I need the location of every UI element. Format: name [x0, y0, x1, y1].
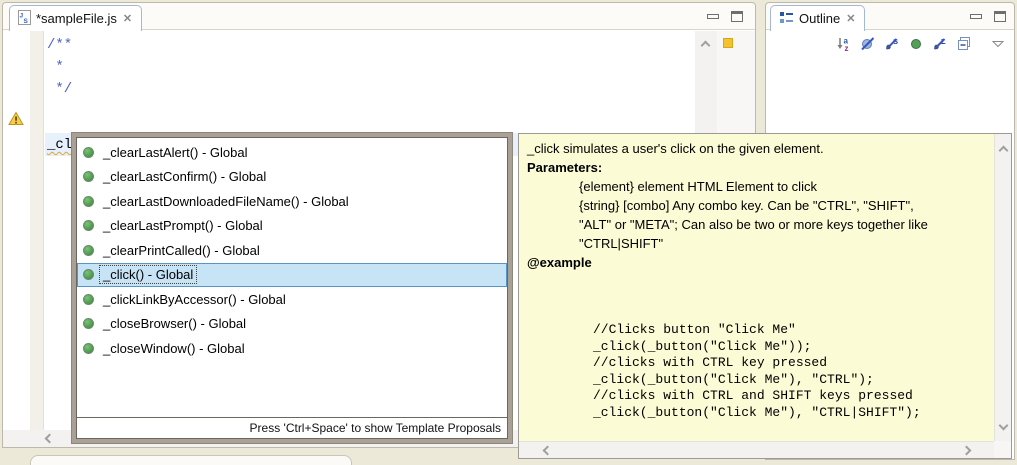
- close-icon[interactable]: ✕: [845, 12, 856, 25]
- minimize-icon[interactable]: [707, 14, 719, 19]
- completion-item-label: _clickLinkByAccessor() - Global: [103, 291, 286, 307]
- doc-parameter-lines: {element} element HTML Element to click …: [579, 179, 928, 251]
- completion-item[interactable]: _clearLastDownloadedFileName() - Global: [77, 189, 507, 214]
- doc-horizontal-scrollbar[interactable]: [519, 441, 994, 458]
- scroll-down-icon[interactable]: [995, 418, 1012, 435]
- tab-title: *sampleFile.js: [36, 11, 117, 26]
- maximize-icon[interactable]: [731, 11, 743, 22]
- overview-warning-marker[interactable]: [723, 38, 733, 48]
- scroll-up-icon[interactable]: [697, 35, 714, 52]
- doc-vertical-scrollbar[interactable]: [994, 134, 1011, 441]
- tab-outline[interactable]: Outline ✕: [770, 5, 866, 31]
- svg-text:z: z: [844, 44, 848, 52]
- svg-text:S: S: [24, 18, 29, 25]
- maximize-icon[interactable]: [994, 11, 1006, 22]
- outline-toolbar: az S L: [835, 35, 1006, 52]
- scroll-left-icon[interactable]: [537, 442, 554, 459]
- minimize-icon[interactable]: [970, 14, 982, 19]
- completion-item-label: _clearPrintCalled() - Global: [103, 242, 260, 258]
- content-assist-inner: _clearLastAlert() - Global _clearLastConf…: [76, 137, 508, 439]
- public-method-icon: [83, 293, 94, 305]
- public-method-icon: [83, 146, 94, 158]
- public-method-icon: [83, 269, 94, 281]
- completion-item-label: _click() - Global: [98, 265, 198, 285]
- content-assist-status: Press 'Ctrl+Space' to show Template Prop…: [77, 417, 507, 438]
- typed-prefix: _cl: [47, 137, 73, 153]
- collapse-all-icon[interactable]: [955, 35, 972, 52]
- editor-tabbar: JS *sampleFile.js ✕: [3, 3, 755, 31]
- scroll-up-icon[interactable]: [995, 140, 1012, 157]
- completion-item[interactable]: _clickLinkByAccessor() - Global: [77, 287, 507, 312]
- completion-item-label: _clearLastPrompt() - Global: [103, 218, 263, 234]
- public-method-icon: [83, 244, 94, 256]
- annotation-ruler[interactable]: [3, 31, 30, 430]
- doc-content: _click simulates a user's click on the g…: [519, 134, 994, 441]
- sort-icon[interactable]: az: [835, 35, 852, 52]
- public-method-icon: [83, 342, 94, 354]
- scroll-left-icon[interactable]: [39, 430, 56, 447]
- tab-samplefile-js[interactable]: JS *sampleFile.js ✕: [9, 5, 143, 31]
- minimized-view-trim[interactable]: [30, 455, 352, 465]
- doc-parameters-heading: Parameters:: [527, 160, 603, 175]
- doc-popup: _click simulates a user's click on the g…: [518, 133, 1012, 459]
- hide-globals-icon[interactable]: [859, 35, 876, 52]
- completion-item[interactable]: _clearLastPrompt() - Global: [77, 214, 507, 239]
- completion-item[interactable]: _clearPrintCalled() - Global: [77, 238, 507, 263]
- hide-static-icon[interactable]: S: [883, 35, 900, 52]
- completion-item[interactable]: _clearLastAlert() - Global: [77, 140, 507, 165]
- public-method-icon: [83, 195, 94, 207]
- tab-title: Outline: [799, 11, 841, 26]
- doc-example-code: //Clicks button "Click Me" _click(_butto…: [593, 322, 921, 420]
- jsdoc-comment: /** * */: [47, 37, 73, 97]
- public-method-icon: [83, 171, 94, 183]
- public-method-icon: [83, 318, 94, 330]
- show-fields-icon[interactable]: [907, 35, 924, 52]
- completion-item-label: _clearLastDownloadedFileName() - Global: [103, 193, 349, 209]
- completion-item[interactable]: _closeWindow() - Global: [77, 336, 507, 361]
- completion-item-label: _clearLastAlert() - Global: [103, 144, 248, 160]
- folding-ruler[interactable]: [30, 31, 44, 430]
- js-file-icon: JS: [18, 9, 31, 28]
- hide-locals-icon[interactable]: L: [931, 35, 948, 52]
- completion-item-label: _closeBrowser() - Global: [103, 316, 247, 332]
- close-icon[interactable]: ✕: [122, 12, 133, 25]
- public-method-icon: [83, 220, 94, 232]
- scrollbar-corner: [994, 441, 1011, 458]
- completion-item[interactable]: _click() - Global: [77, 262, 507, 287]
- view-menu-icon[interactable]: [989, 35, 1006, 52]
- doc-example-heading: @example: [527, 255, 592, 270]
- warning-icon: [8, 111, 24, 129]
- doc-description: _click simulates a user's click on the g…: [527, 141, 824, 156]
- completion-item-label: _clearLastConfirm() - Global: [103, 169, 267, 185]
- scroll-right-icon[interactable]: [959, 442, 976, 459]
- completion-item[interactable]: _clearLastConfirm() - Global: [77, 165, 507, 190]
- completion-item[interactable]: _closeBrowser() - Global: [77, 312, 507, 337]
- completion-item-label: _closeWindow() - Global: [103, 340, 245, 356]
- outline-view-icon: [779, 10, 794, 28]
- completion-list: _clearLastAlert() - Global _clearLastConf…: [77, 140, 507, 361]
- content-assist-popup: _clearLastAlert() - Global _clearLastConf…: [71, 132, 513, 444]
